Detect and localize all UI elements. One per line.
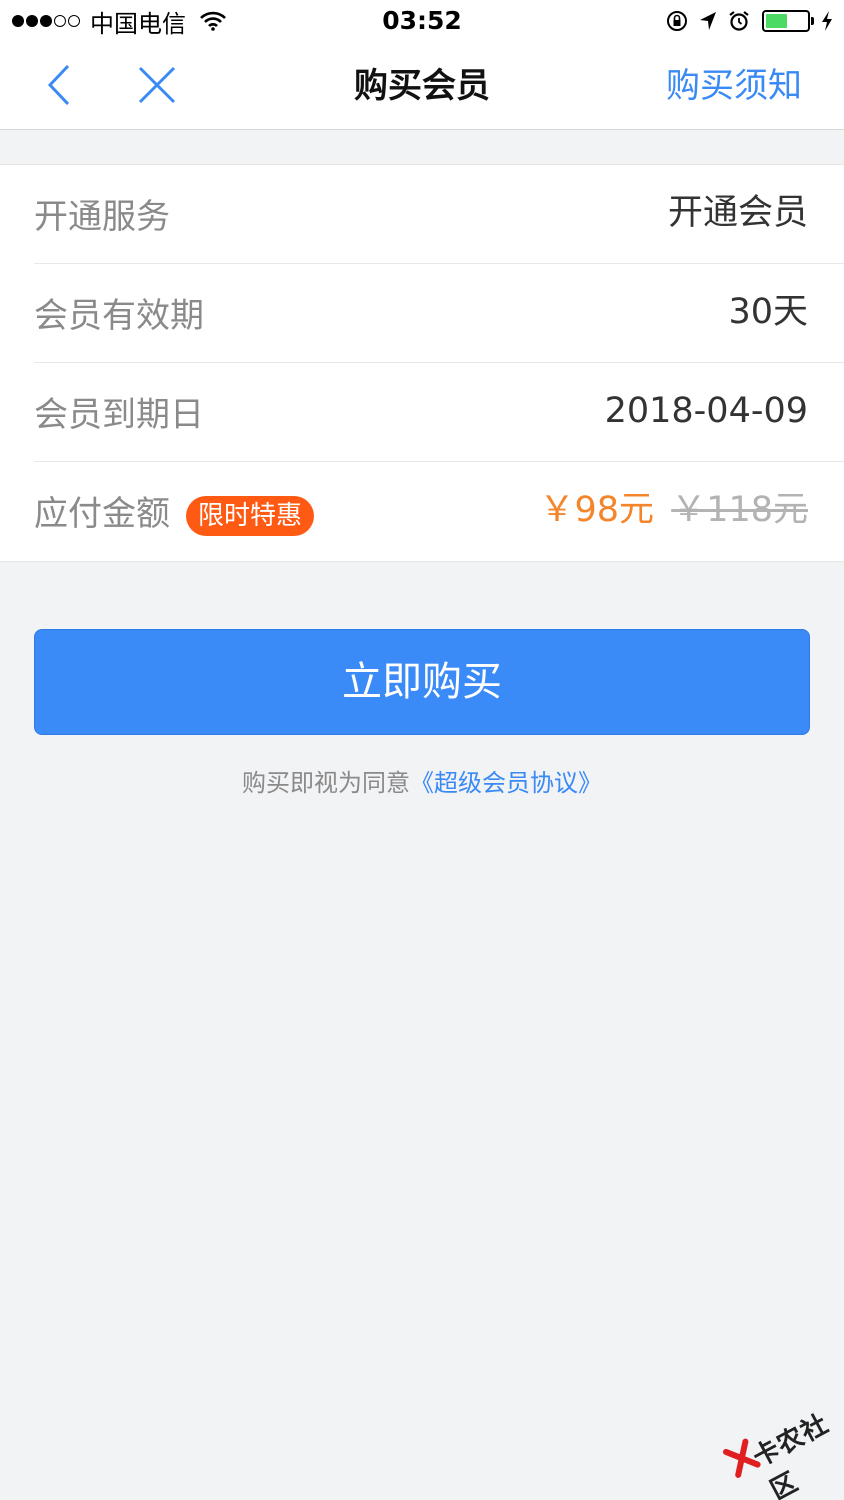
agreement-text: 购买即视为同意《超级会员协议》 bbox=[0, 766, 844, 800]
discount-price: ￥98元 bbox=[539, 490, 654, 530]
service-value: 开通会员 bbox=[667, 193, 808, 233]
purchase-details-card: 开通服务 开通会员 会员有效期 30天 会员到期日 2018-04-09 应付金… bbox=[0, 164, 844, 562]
expiry-row: 会员到期日 2018-04-09 bbox=[34, 363, 844, 462]
limited-offer-badge: 限时特惠 bbox=[186, 496, 315, 536]
original-price: ￥118元 bbox=[671, 490, 808, 530]
location-arrow-icon bbox=[700, 12, 716, 30]
purchase-notice-link[interactable]: 购买须知 bbox=[666, 62, 802, 110]
validity-label: 会员有效期 bbox=[34, 296, 204, 336]
validity-value: 30天 bbox=[728, 292, 808, 332]
charging-bolt-icon bbox=[822, 11, 832, 31]
status-bar: 中国电信 03:52 bbox=[0, 0, 844, 42]
expiry-label: 会员到期日 bbox=[34, 395, 204, 435]
amount-row: 应付金额 限时特惠 ￥98元 ￥118元 bbox=[34, 462, 844, 561]
expiry-value: 2018-04-09 bbox=[604, 391, 808, 431]
service-row: 开通服务 开通会员 bbox=[34, 165, 844, 264]
watermark-logo: 卡农社区 bbox=[714, 1386, 844, 1500]
validity-row: 会员有效期 30天 bbox=[34, 264, 844, 363]
agreement-prefix: 购买即视为同意 bbox=[242, 769, 410, 797]
buy-now-button[interactable]: 立即购买 bbox=[34, 629, 810, 735]
battery-icon bbox=[762, 10, 814, 32]
amount-label: 应付金额 bbox=[34, 494, 170, 534]
status-right bbox=[656, 6, 834, 36]
alarm-icon bbox=[729, 11, 749, 31]
nav-bar: 购买会员 购买须知 bbox=[0, 42, 844, 130]
service-label: 开通服务 bbox=[34, 197, 170, 237]
watermark-text: 卡农社区 bbox=[748, 1408, 834, 1500]
rotation-lock-icon bbox=[667, 11, 687, 31]
agreement-link[interactable]: 《超级会员协议》 bbox=[410, 769, 602, 797]
